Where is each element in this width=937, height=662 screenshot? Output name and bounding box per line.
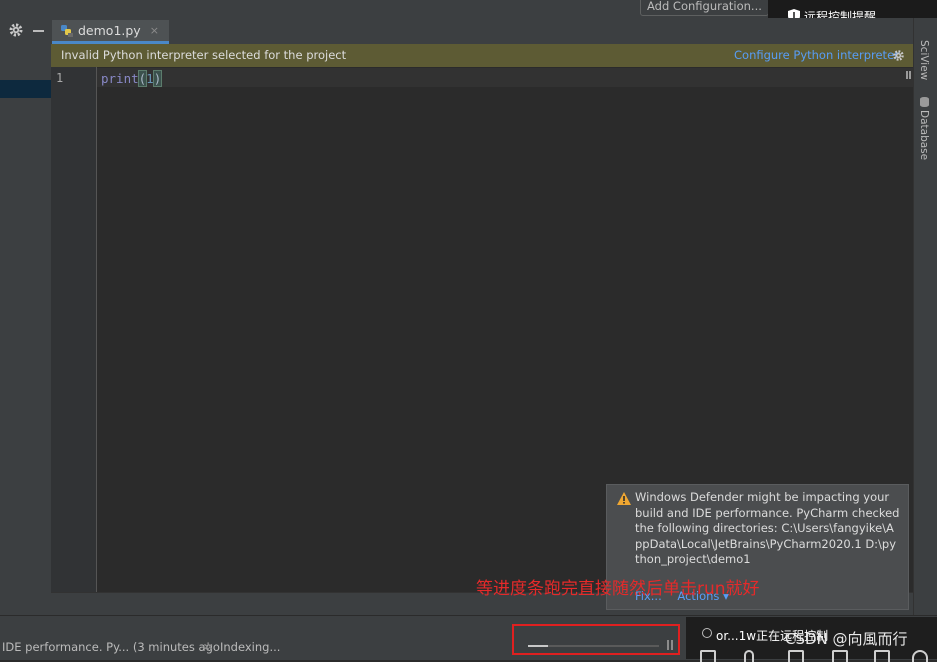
taskbar-person-icon[interactable] [744, 650, 754, 662]
line-gutter [51, 67, 97, 592]
code-line[interactable]: print(1) [101, 70, 163, 87]
tab-label: demo1.py [78, 23, 141, 38]
progress-highlight-box [512, 624, 680, 655]
right-tool-strip [913, 18, 937, 615]
tab-demo1-py[interactable]: demo1.py × [52, 20, 169, 44]
line-number: 1 [56, 71, 64, 85]
project-panel[interactable] [0, 44, 51, 615]
banner-message: Invalid Python interpreter selected for … [61, 48, 347, 62]
taskbar-window-icon[interactable] [700, 650, 716, 662]
warning-icon [617, 492, 631, 505]
configure-interpreter-link[interactable]: Configure Python interpreter [734, 48, 899, 62]
project-selected-row[interactable] [0, 80, 51, 98]
loading-spinner-icon: ✲ [203, 640, 214, 654]
text-caret [161, 71, 163, 85]
status-message[interactable]: IDE performance. Py... (3 minutes ago [2, 640, 220, 654]
banner-gear-icon[interactable] [892, 49, 905, 62]
csdn-watermark: CSDN @向風而行 [785, 630, 908, 648]
user-icon [702, 628, 712, 638]
taskbar-circle-icon[interactable] [912, 650, 928, 662]
taskbar-screen-icon[interactable] [832, 650, 848, 662]
notification-text: Windows Defender might be impacting your… [635, 490, 900, 566]
add-configuration-button[interactable]: Add Configuration... [640, 0, 769, 16]
database-tool-button[interactable]: Database [918, 110, 930, 160]
indexing-status[interactable]: Indexing... [220, 640, 280, 654]
inspection-pause-icon[interactable] [906, 71, 911, 79]
interpreter-warning-banner: Invalid Python interpreter selected for … [51, 44, 913, 67]
code-argument: 1 [146, 71, 154, 86]
current-line-highlight [97, 68, 913, 87]
python-file-icon [61, 25, 73, 37]
minimize-icon[interactable] [33, 30, 44, 32]
code-function: print [101, 71, 139, 86]
gear-icon[interactable] [8, 22, 24, 38]
taskbar-app-icon[interactable] [788, 650, 804, 662]
sciview-tool-button[interactable]: SciView [918, 40, 930, 80]
close-tab-icon[interactable]: × [150, 24, 159, 37]
red-annotation-text: 等进度条跑完直接随然后单击run就好 [476, 579, 760, 599]
code-close-paren: ) [152, 70, 163, 87]
database-icon [920, 97, 929, 107]
taskbar-folder-icon[interactable] [874, 650, 890, 662]
